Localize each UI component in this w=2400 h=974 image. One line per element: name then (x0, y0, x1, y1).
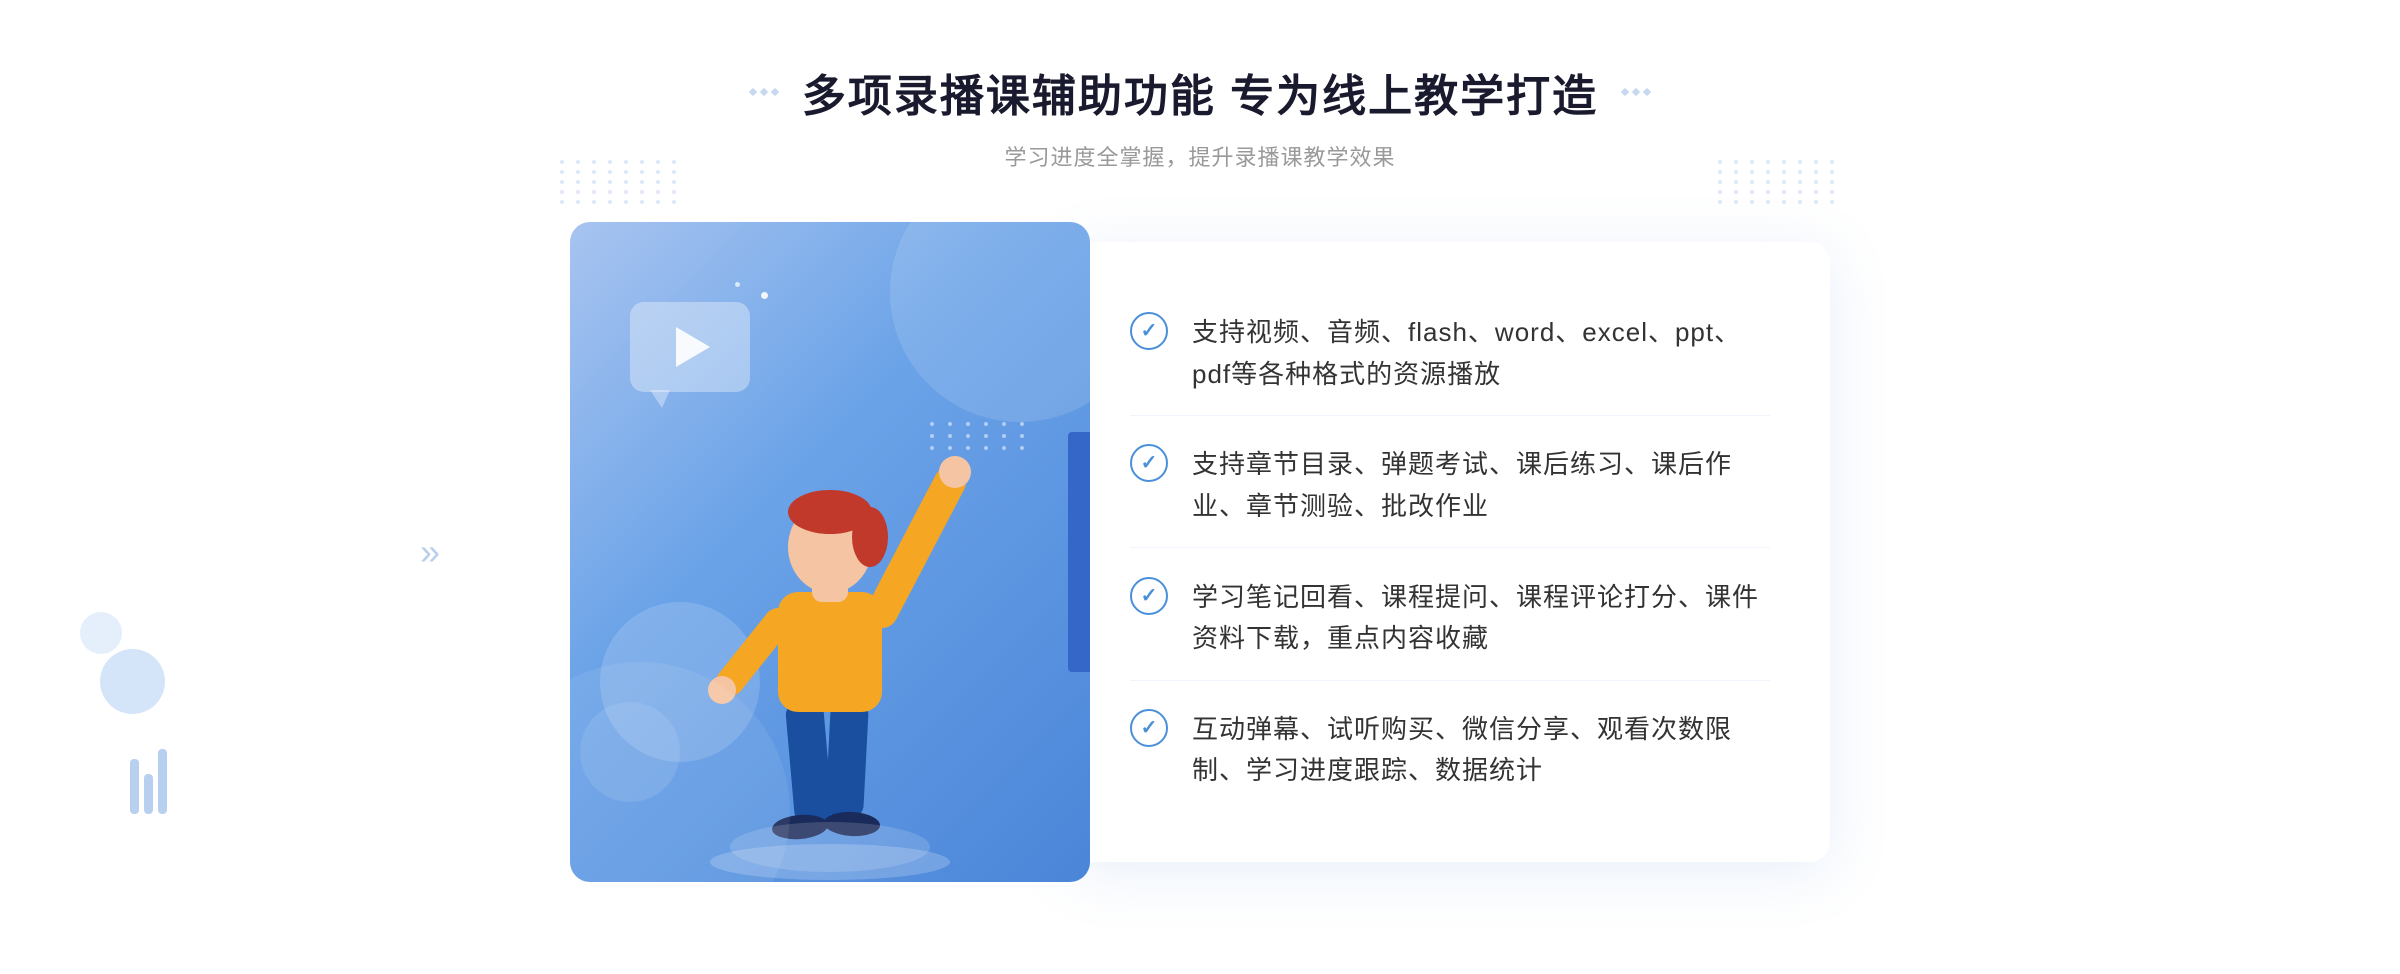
feature-text-1: 支持视频、音频、flash、word、excel、ppt、pdf等各种格式的资源… (1192, 312, 1770, 395)
illustration-card (570, 222, 1090, 882)
deco-circle-bottom-left (100, 649, 165, 714)
feature-item-3: ✓ 学习笔记回看、课程提问、课程评论打分、课件资料下载，重点内容收藏 (1130, 557, 1770, 681)
play-triangle-icon (676, 327, 710, 367)
features-panel: ✓ 支持视频、音频、flash、word、excel、ppt、pdf等各种格式的… (1070, 242, 1830, 862)
dot-pattern-top-left (560, 160, 682, 204)
blue-accent-bar (1068, 432, 1090, 672)
dot-pattern-top-right (1718, 160, 1840, 204)
deco-circle-small (580, 702, 680, 802)
deco-circle-bottom-left-small (80, 612, 122, 654)
title-dots-left (750, 89, 778, 95)
feature-item-4: ✓ 互动弹幕、试听购买、微信分享、观看次数限制、学习进度跟踪、数据统计 (1130, 689, 1770, 812)
subtitle: 学习进度全掌握，提升录播课教学效果 (750, 140, 1650, 172)
sparkle-1 (761, 292, 768, 299)
check-icon-3: ✓ (1130, 577, 1168, 615)
check-icon-4: ✓ (1130, 709, 1168, 747)
check-icon-1: ✓ (1130, 312, 1168, 350)
header-section: 多项录播课辅助功能 专为线上教学打造 学习进度全掌握，提升录播课教学效果 (750, 60, 1650, 172)
check-icon-2: ✓ (1130, 444, 1168, 482)
bottom-deco-lines (130, 749, 167, 814)
speech-bubble (630, 302, 750, 392)
title-row: 多项录播课辅助功能 专为线上教学打造 (750, 60, 1650, 124)
play-area (630, 302, 750, 392)
feature-item-1: ✓ 支持视频、音频、flash、word、excel、ppt、pdf等各种格式的… (1130, 292, 1770, 416)
content-section: » (500, 222, 1900, 882)
character-illustration (660, 382, 1000, 882)
feature-text-3: 学习笔记回看、课程提问、课程评论打分、课件资料下载，重点内容收藏 (1192, 577, 1770, 660)
left-arrows: » (420, 531, 440, 573)
feature-item-2: ✓ 支持章节目录、弹题考试、课后练习、课后作业、章节测验、批改作业 (1130, 424, 1770, 548)
feature-text-4: 互动弹幕、试听购买、微信分享、观看次数限制、学习进度跟踪、数据统计 (1192, 709, 1770, 792)
page-container: 多项录播课辅助功能 专为线上教学打造 学习进度全掌握，提升录播课教学效果 » (0, 0, 2400, 974)
title-dots-right (1622, 89, 1650, 95)
left-arrow-icon: » (420, 531, 440, 573)
sparkle-2 (735, 282, 740, 287)
feature-text-2: 支持章节目录、弹题考试、课后练习、课后作业、章节测验、批改作业 (1192, 444, 1770, 527)
main-title: 多项录播课辅助功能 专为线上教学打造 (802, 60, 1598, 124)
